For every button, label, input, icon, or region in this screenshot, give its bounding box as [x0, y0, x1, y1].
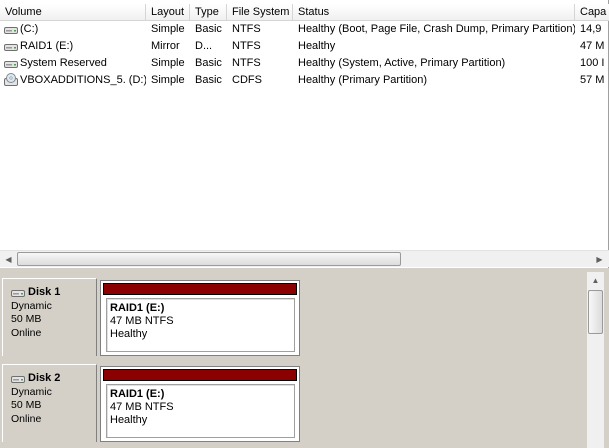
scroll-right-button[interactable]: ▶ [591, 251, 608, 268]
partition-name: RAID1 (E:) [110, 302, 165, 314]
volume-capacity: 47 M [580, 40, 605, 52]
volume-name: System Reserved [20, 57, 107, 69]
partition-color-bar [103, 369, 297, 381]
partition-block[interactable]: RAID1 (E:) 47 MB NTFS Healthy [100, 366, 300, 442]
arrow-left-icon: ◀ [5, 255, 12, 264]
volume-name: (C:) [20, 23, 39, 35]
volume-layout: Simple [151, 57, 185, 69]
disk-size: 50 MB [11, 313, 42, 325]
arrow-up-icon: ▲ [591, 276, 600, 285]
column-volume[interactable]: Volume [0, 4, 146, 21]
vertical-scroll-thumb[interactable] [588, 290, 603, 334]
drive-icon [4, 59, 18, 69]
table-row[interactable]: (C:) Simple Basic NTFS Healthy (Boot, Pa… [0, 21, 609, 38]
volume-capacity: 100 I [580, 57, 605, 69]
volume-file-system: NTFS [232, 40, 261, 52]
horizontal-scroll-thumb[interactable] [17, 252, 401, 266]
drive-icon [4, 25, 18, 35]
volume-file-system: NTFS [232, 23, 261, 35]
column-file-system[interactable]: File System [227, 4, 293, 21]
volume-layout: Simple [151, 74, 185, 86]
disk-info[interactable]: Disk 2 Dynamic 50 MB Online [2, 364, 97, 442]
cd-drive-icon [4, 72, 18, 86]
disk-icon [11, 374, 25, 384]
partition-detail: 47 MB NTFS [110, 315, 174, 327]
volume-capacity: 57 M [580, 74, 605, 86]
table-row[interactable]: RAID1 (E:) Mirror D... NTFS Healthy 47 M [0, 38, 609, 55]
disk-title: Disk 2 [28, 372, 61, 384]
disk-kind: Dynamic [11, 385, 52, 398]
scroll-up-button[interactable]: ▲ [587, 272, 604, 289]
volume-status: Healthy (System, Active, Primary Partiti… [298, 57, 506, 69]
volume-capacity: 14,9 [580, 23, 602, 35]
volume-type: Basic [195, 57, 222, 69]
volume-name: RAID1 (E:) [20, 40, 74, 52]
drive-icon [4, 42, 18, 52]
volume-name: VBOXADDITIONS_5. (D:) [20, 74, 146, 86]
volume-type: Basic [195, 23, 222, 35]
volume-layout: Simple [151, 23, 185, 35]
column-layout[interactable]: Layout [146, 4, 190, 21]
horizontal-scrollbar[interactable]: ◀ ▶ [0, 250, 609, 267]
volume-status: Healthy [298, 40, 336, 52]
disk-kind: Dynamic [11, 299, 52, 312]
disk-size: 50 MB [11, 399, 42, 411]
volume-type: D... [195, 40, 213, 52]
table-row[interactable]: System Reserved Simple Basic NTFS Health… [0, 55, 609, 72]
partition-block[interactable]: RAID1 (E:) 47 MB NTFS Healthy [100, 280, 300, 356]
volume-layout: Mirror [151, 40, 180, 52]
column-status[interactable]: Status [293, 4, 575, 21]
partition-name: RAID1 (E:) [110, 388, 165, 400]
partition-detail: 47 MB NTFS [110, 401, 174, 413]
partition-status: Healthy [110, 328, 148, 340]
disk-info[interactable]: Disk 1 Dynamic 50 MB Online [2, 278, 97, 356]
disk-row: Disk 2 Dynamic 50 MB Online RAID1 (E:) 4… [0, 358, 302, 442]
volume-type: Basic [195, 74, 222, 86]
disk-title: Disk 1 [28, 286, 61, 298]
column-header: Volume Layout Type File System Status Ca… [0, 4, 609, 21]
disk-row: Disk 1 Dynamic 50 MB Online RAID1 (E:) 4… [0, 272, 302, 356]
volume-file-system: CDFS [232, 74, 262, 86]
volume-status: Healthy (Boot, Page File, Crash Dump, Pr… [298, 23, 575, 35]
disk-state: Online [11, 326, 42, 339]
volume-status: Healthy (Primary Partition) [298, 74, 427, 86]
column-capacity[interactable]: Capa [575, 4, 609, 21]
volume-file-system: NTFS [232, 57, 261, 69]
partition-status: Healthy [110, 414, 148, 426]
table-row[interactable]: VBOXADDITIONS_5. (D:) Simple Basic CDFS … [0, 72, 609, 89]
disk-icon [11, 288, 25, 298]
volume-list: Volume Layout Type File System Status Ca… [0, 0, 609, 268]
vertical-scrollbar[interactable]: ▲ [587, 272, 604, 448]
disk-map: Disk 1 Dynamic 50 MB Online RAID1 (E:) 4… [0, 272, 609, 448]
disk-state: Online [11, 412, 42, 425]
partition-color-bar [103, 283, 297, 295]
column-type[interactable]: Type [190, 4, 227, 21]
scroll-left-button[interactable]: ◀ [0, 251, 17, 268]
arrow-right-icon: ▶ [596, 255, 603, 264]
